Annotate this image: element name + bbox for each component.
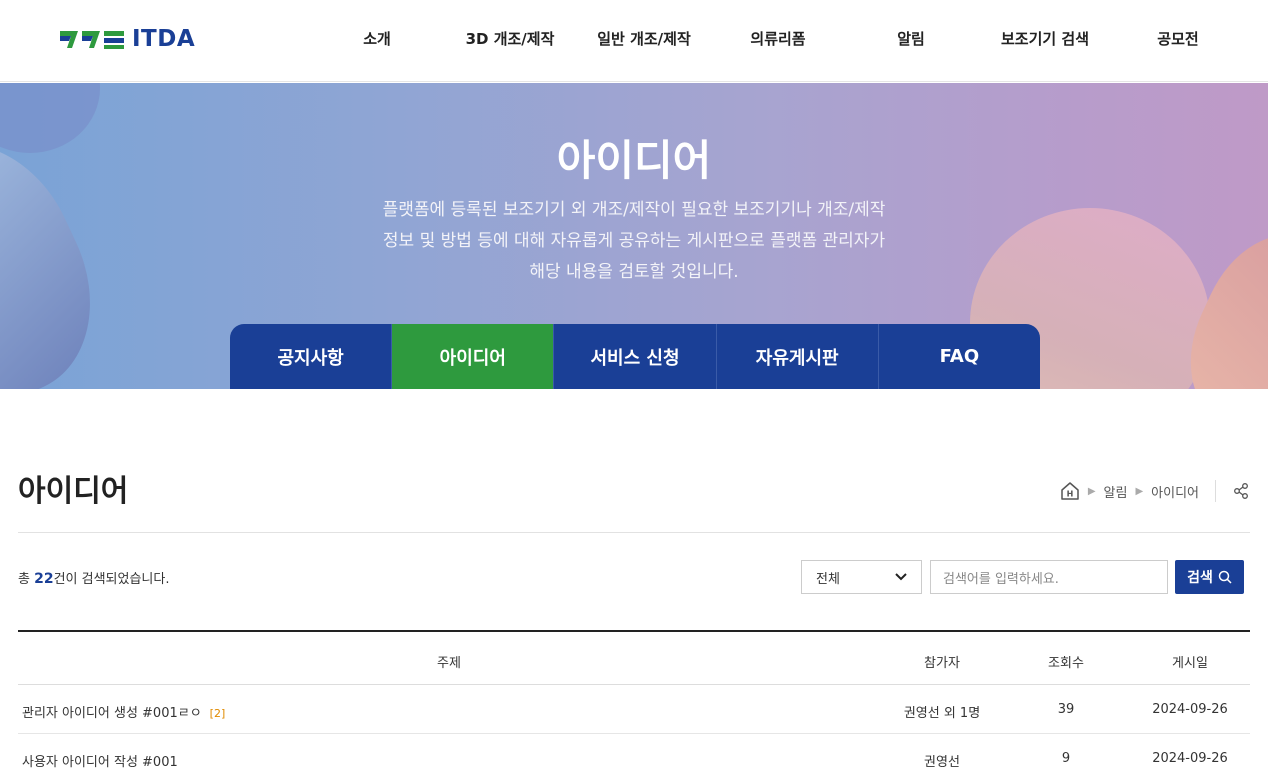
breadcrumb: H ▶ 알림 ▶ 아이디어 (1060, 480, 1250, 502)
search-input[interactable]: 검색어를 입력하세요. (930, 560, 1168, 594)
share-icon[interactable] (1232, 482, 1250, 500)
row-participants: 권영선 외 1명 (903, 706, 981, 721)
search-category-select[interactable]: 전체 (801, 560, 922, 594)
result-count: 총 22건이 검색되었습니다. (18, 568, 169, 587)
column-header-views: 조회수 (1048, 656, 1084, 671)
column-header-subject: 주제 (437, 656, 461, 671)
row-subject-link[interactable]: 관리자 아이디어 생성 #001ㄹㅇ (22, 706, 202, 721)
nav-item-notice[interactable]: 알림 (897, 28, 925, 49)
banner-desc-line: 정보 및 방법 등에 대해 자유롭게 공유하는 게시판으로 플랫폼 관리자가 (382, 231, 886, 251)
logo-mark-icon (60, 31, 124, 49)
logo-text: ITDA (132, 26, 196, 52)
search-button-label: 검색 (1187, 570, 1213, 586)
table-header: 주제 참가자 조회수 게시일 (18, 630, 1250, 685)
idea-table: 주제 참가자 조회수 게시일 관리자 아이디어 생성 #001ㄹㅇ [2] 권영선… (18, 630, 1250, 780)
site-header: ITDA 소개 3D 개조/제작 일반 개조/제작 의류리폼 알림 보조기기 검… (0, 0, 1268, 82)
result-count-prefix: 총 (18, 572, 35, 587)
search-icon (1218, 570, 1232, 584)
hero-banner: 아이디어 플랫폼에 등록된 보조기기 외 개조/제작이 필요한 보조기기나 개조… (0, 83, 1268, 389)
tab-faq[interactable]: FAQ (878, 324, 1040, 389)
chevron-down-icon (895, 573, 907, 581)
banner-desc-line: 해당 내용을 검토할 것입니다. (529, 262, 739, 282)
nav-item-intro[interactable]: 소개 (363, 28, 391, 49)
row-participants: 권영선 (924, 755, 960, 770)
row-subject-cell[interactable]: 관리자 아이디어 생성 #001ㄹㅇ [2] (22, 702, 884, 721)
nav-item-device-search[interactable]: 보조기기 검색 (1001, 28, 1089, 49)
breadcrumb-separator-icon: ▶ (1135, 485, 1144, 497)
site-logo[interactable]: ITDA (58, 26, 195, 52)
search-category-value: 전체 (816, 571, 840, 587)
search-button[interactable]: 검색 (1175, 560, 1244, 594)
tab-idea[interactable]: 아이디어 (392, 324, 555, 389)
result-count-suffix: 건이 검색되었습니다. (53, 572, 170, 587)
svg-text:H: H (1066, 490, 1073, 499)
tab-free-board[interactable]: 자유게시판 (716, 324, 879, 389)
row-views: 9 (1061, 751, 1071, 766)
comment-count: [2] (209, 707, 226, 720)
row-subject-cell[interactable]: 사용자 아이디어 작성 #001 (22, 751, 884, 770)
nav-item-3d[interactable]: 3D 개조/제작 (466, 28, 555, 49)
row-date: 2024-09-26 (1152, 751, 1228, 766)
breadcrumb-separator-icon: ▶ (1087, 485, 1096, 497)
title-divider (18, 532, 1250, 533)
breadcrumb-divider (1215, 480, 1216, 502)
row-views: 39 (1057, 702, 1075, 717)
nav-item-general[interactable]: 일반 개조/제작 (597, 28, 691, 49)
banner-desc-line: 플랫폼에 등록된 보조기기 외 개조/제작이 필요한 보조기기나 개조/제작 (382, 200, 886, 220)
column-header-date: 게시일 (1172, 656, 1208, 671)
table-row[interactable]: 사용자 아이디어 작성 #001 권영선 9 2024-09-26 (18, 734, 1250, 780)
row-date: 2024-09-26 (1152, 702, 1228, 717)
tab-service-request[interactable]: 서비스 신청 (554, 324, 717, 389)
board-tabs: 공지사항 아이디어 서비스 신청 자유게시판 FAQ (230, 324, 1040, 389)
table-row[interactable]: 관리자 아이디어 생성 #001ㄹㅇ [2] 권영선 외 1명 39 2024-0… (18, 685, 1250, 734)
nav-item-contest[interactable]: 공모전 (1157, 28, 1198, 49)
breadcrumb-item-current[interactable]: 아이디어 (1151, 482, 1199, 501)
home-icon[interactable]: H (1060, 481, 1080, 501)
nav-item-clothing[interactable]: 의류리폼 (750, 28, 805, 49)
banner-description: 플랫폼에 등록된 보조기기 외 개조/제작이 필요한 보조기기나 개조/제작 정… (334, 195, 934, 288)
row-subject-link[interactable]: 사용자 아이디어 작성 #001 (22, 755, 178, 770)
search-input-placeholder: 검색어를 입력하세요. (943, 571, 1059, 587)
banner-title: 아이디어 (556, 136, 712, 185)
column-header-participants: 참가자 (924, 656, 960, 671)
main-nav: 소개 3D 개조/제작 일반 개조/제작 의류리폼 알림 보조기기 검색 공모전 (310, 0, 1250, 82)
result-count-number: 22 (34, 571, 54, 587)
breadcrumb-item[interactable]: 알림 (1104, 482, 1128, 501)
page-title: 아이디어 (18, 474, 129, 509)
tab-notice[interactable]: 공지사항 (230, 324, 393, 389)
